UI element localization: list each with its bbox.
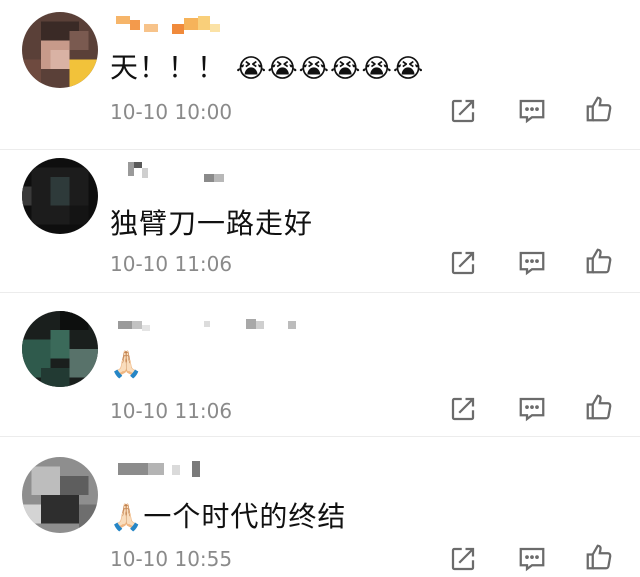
crying-emoji: 😭😭😭😭😭😭 — [235, 54, 425, 84]
share-icon — [451, 547, 475, 571]
avatar[interactable] — [22, 12, 98, 88]
comment-body: 一个时代的终结 — [143, 500, 347, 533]
reply-button[interactable] — [515, 542, 549, 576]
avatar[interactable] — [22, 311, 98, 387]
username-redacted[interactable] — [112, 162, 242, 184]
share-icon — [451, 251, 475, 275]
comment-icon — [519, 99, 545, 124]
like-button[interactable] — [582, 540, 616, 574]
reply-button[interactable] — [515, 94, 549, 128]
username-redacted[interactable] — [112, 317, 312, 339]
comment-body: 天！！！ — [110, 51, 227, 84]
reply-button[interactable] — [515, 246, 549, 280]
username-redacted[interactable] — [112, 459, 222, 481]
comment-item: 🙏🏻 10-10 11:06 — [0, 293, 640, 437]
thumbs-up-icon — [586, 394, 612, 420]
share-button[interactable] — [446, 246, 480, 280]
share-icon — [451, 397, 475, 421]
comment-item: 🙏🏻一个时代的终结 10-10 10:55 — [0, 437, 640, 577]
comment-text: 独臂刀一路走好 — [110, 202, 313, 242]
username-redacted[interactable] — [112, 14, 232, 36]
comment-icon — [519, 251, 545, 276]
comment-text: 🙏🏻一个时代的终结 — [110, 495, 346, 535]
comment-icon — [519, 547, 545, 572]
share-icon — [451, 99, 475, 123]
praying-hands-emoji: 🙏🏻 — [110, 503, 144, 533]
comment-icon — [519, 397, 545, 422]
timestamp: 10-10 10:55 — [110, 547, 233, 571]
like-button[interactable] — [582, 244, 616, 278]
praying-hands-emoji: 🙏🏻 — [110, 350, 144, 380]
share-button[interactable] — [446, 94, 480, 128]
thumbs-up-icon — [586, 248, 612, 274]
reply-button[interactable] — [515, 392, 549, 426]
avatar[interactable] — [22, 158, 98, 234]
timestamp: 10-10 10:00 — [110, 100, 233, 124]
comment-text: 天！！！ 😭😭😭😭😭😭 — [110, 46, 424, 86]
thumbs-up-icon — [586, 96, 612, 122]
share-button[interactable] — [446, 392, 480, 426]
comment-item: 天！！！ 😭😭😭😭😭😭 10-10 10:00 — [0, 0, 640, 150]
comment-body: 独臂刀一路走好 — [110, 207, 314, 240]
comment-text: 🙏🏻 — [110, 347, 143, 380]
timestamp: 10-10 11:06 — [110, 399, 233, 423]
like-button[interactable] — [582, 390, 616, 424]
avatar[interactable] — [22, 457, 98, 533]
thumbs-up-icon — [586, 544, 612, 570]
timestamp: 10-10 11:06 — [110, 252, 233, 276]
comment-item: 独臂刀一路走好 10-10 11:06 — [0, 150, 640, 293]
like-button[interactable] — [582, 92, 616, 126]
share-button[interactable] — [446, 542, 480, 576]
